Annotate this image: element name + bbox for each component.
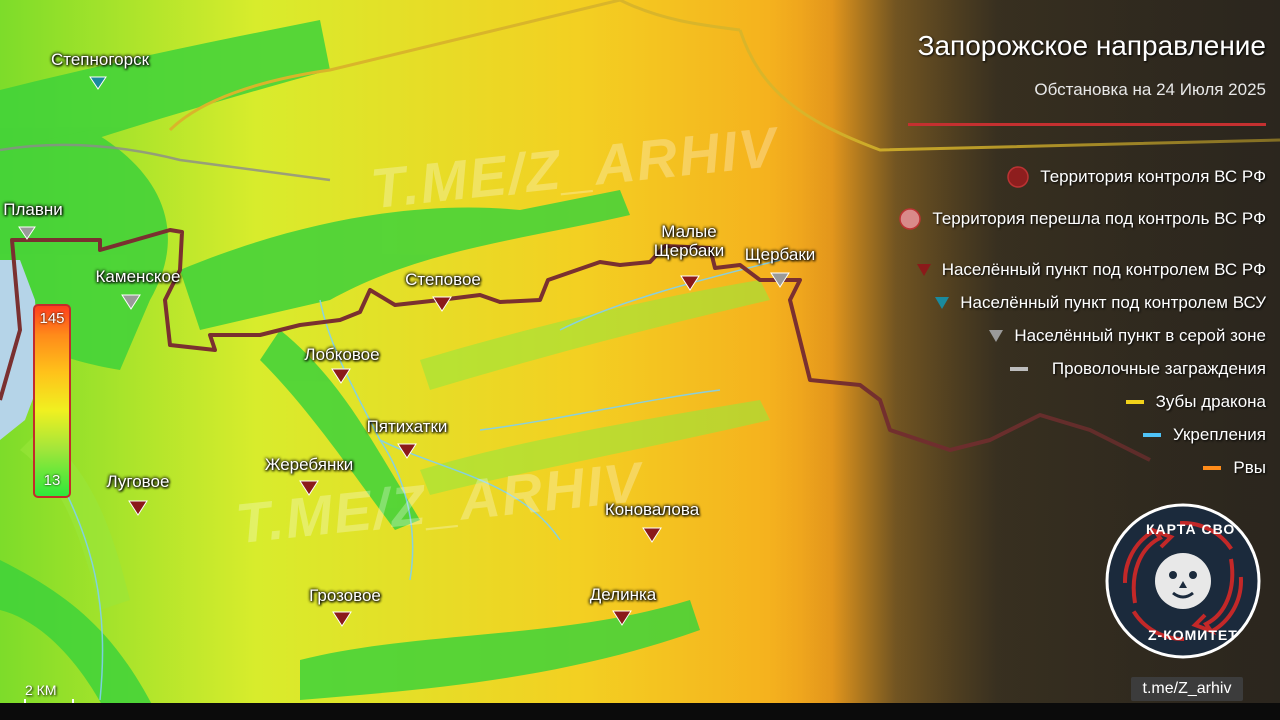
triangle-red-icon: [916, 263, 931, 276]
karta-svo-logo: КАРТА СВО Z-КОМИТЕТ: [1105, 503, 1261, 659]
bottom-bar: [0, 703, 1280, 720]
legend-item: Территория перешла под контроль ВС РФ: [898, 202, 1266, 235]
map-subtitle: Обстановка на 24 Июля 2025: [1034, 80, 1266, 99]
legend-item: Территория контроля ВС РФ: [898, 160, 1266, 193]
legend: Территория контроля ВС РФ Территория пер…: [898, 160, 1266, 484]
russia-controlled-icon: [397, 443, 417, 459]
logo-top-text: КАРТА СВО: [1146, 521, 1236, 537]
channel-handle[interactable]: t.me/Z_arhiv: [1131, 677, 1243, 701]
settlement-label: Жеребянки: [264, 455, 354, 474]
legend-label: Населённый пункт под контролем ВС РФ: [941, 259, 1266, 279]
dash-lightblue-icon: [1142, 432, 1161, 437]
triangle-blue-icon: [935, 296, 950, 309]
grey-zone-icon: [18, 226, 36, 240]
legend-item: Укрепления: [898, 418, 1266, 451]
settlement-label: Делинка: [589, 585, 657, 604]
legend-label: Зубы дракона: [1155, 391, 1266, 411]
title-divider: [908, 123, 1266, 126]
legend-item: Зубы дракона: [898, 385, 1266, 418]
settlement-label: Степногорск: [50, 50, 150, 69]
russia-controlled-icon: [680, 275, 700, 291]
triangle-grey-icon: [989, 329, 1004, 342]
ukraine-controlled-icon: [89, 76, 107, 90]
elevation-color-scale: 145 13: [33, 304, 71, 498]
logo-bottom-text: Z-КОМИТЕТ: [1148, 627, 1238, 643]
russia-controlled-icon: [299, 480, 319, 496]
legend-label: Территория перешла под контроль ВС РФ: [932, 208, 1266, 228]
elevation-min: 13: [43, 472, 61, 489]
settlement-label: Пятихатки: [366, 417, 448, 436]
settlement-label: Каменское: [95, 267, 181, 286]
settlement-label: Щербаки: [744, 245, 816, 264]
map-title: Запорожское направление: [917, 30, 1266, 61]
legend-label: Населённый пункт в серой зоне: [1014, 325, 1266, 345]
legend-label: Проволочные заграждения: [1051, 358, 1266, 378]
settlement-label: Плавни: [3, 200, 63, 219]
circle-dark-red-icon: [1007, 165, 1030, 188]
legend-item: Населённый пункт под контролем ВС РФ: [898, 253, 1266, 286]
settlement-label: Грозовое: [309, 586, 381, 605]
elevation-max: 145: [39, 310, 65, 327]
legend-item: Проволочные заграждения: [898, 352, 1266, 385]
legend-item: Населённый пункт в серой зоне: [898, 319, 1266, 352]
settlement-label: Луговое: [106, 472, 170, 491]
legend-label: Территория контроля ВС РФ: [1040, 166, 1266, 186]
russia-controlled-icon: [642, 527, 662, 543]
grey-zone-icon: [121, 294, 141, 310]
russia-controlled-icon: [331, 368, 351, 384]
dash-grey-icon: [1009, 366, 1028, 371]
russia-controlled-icon: [432, 296, 452, 312]
grey-zone-icon: [770, 272, 790, 288]
settlement-label: Степовое: [405, 270, 481, 289]
russia-controlled-icon: [128, 500, 148, 516]
dash-yellow-icon: [1125, 399, 1144, 404]
legend-label: Населённый пункт под контролем ВСУ: [960, 292, 1266, 312]
legend-item: Рвы: [898, 451, 1266, 484]
dash-orange-icon: [1203, 465, 1222, 470]
settlement-label: Малые Щербаки: [653, 222, 725, 260]
circle-pink-icon: [899, 207, 922, 230]
settlement-label: Лобковое: [304, 345, 380, 364]
russia-controlled-icon: [332, 611, 352, 627]
settlement-label: Коновалова: [604, 500, 700, 519]
legend-label: Рвы: [1233, 457, 1266, 477]
russia-controlled-icon: [612, 610, 632, 626]
map-canvas[interactable]: T.ME/Z_ARHIV T.ME/Z_ARHIV Степногорск Пл…: [0, 0, 1280, 720]
scale-label: 2 КМ: [25, 682, 57, 698]
legend-label: Укрепления: [1172, 424, 1266, 444]
legend-item: Населённый пункт под контролем ВСУ: [898, 286, 1266, 319]
